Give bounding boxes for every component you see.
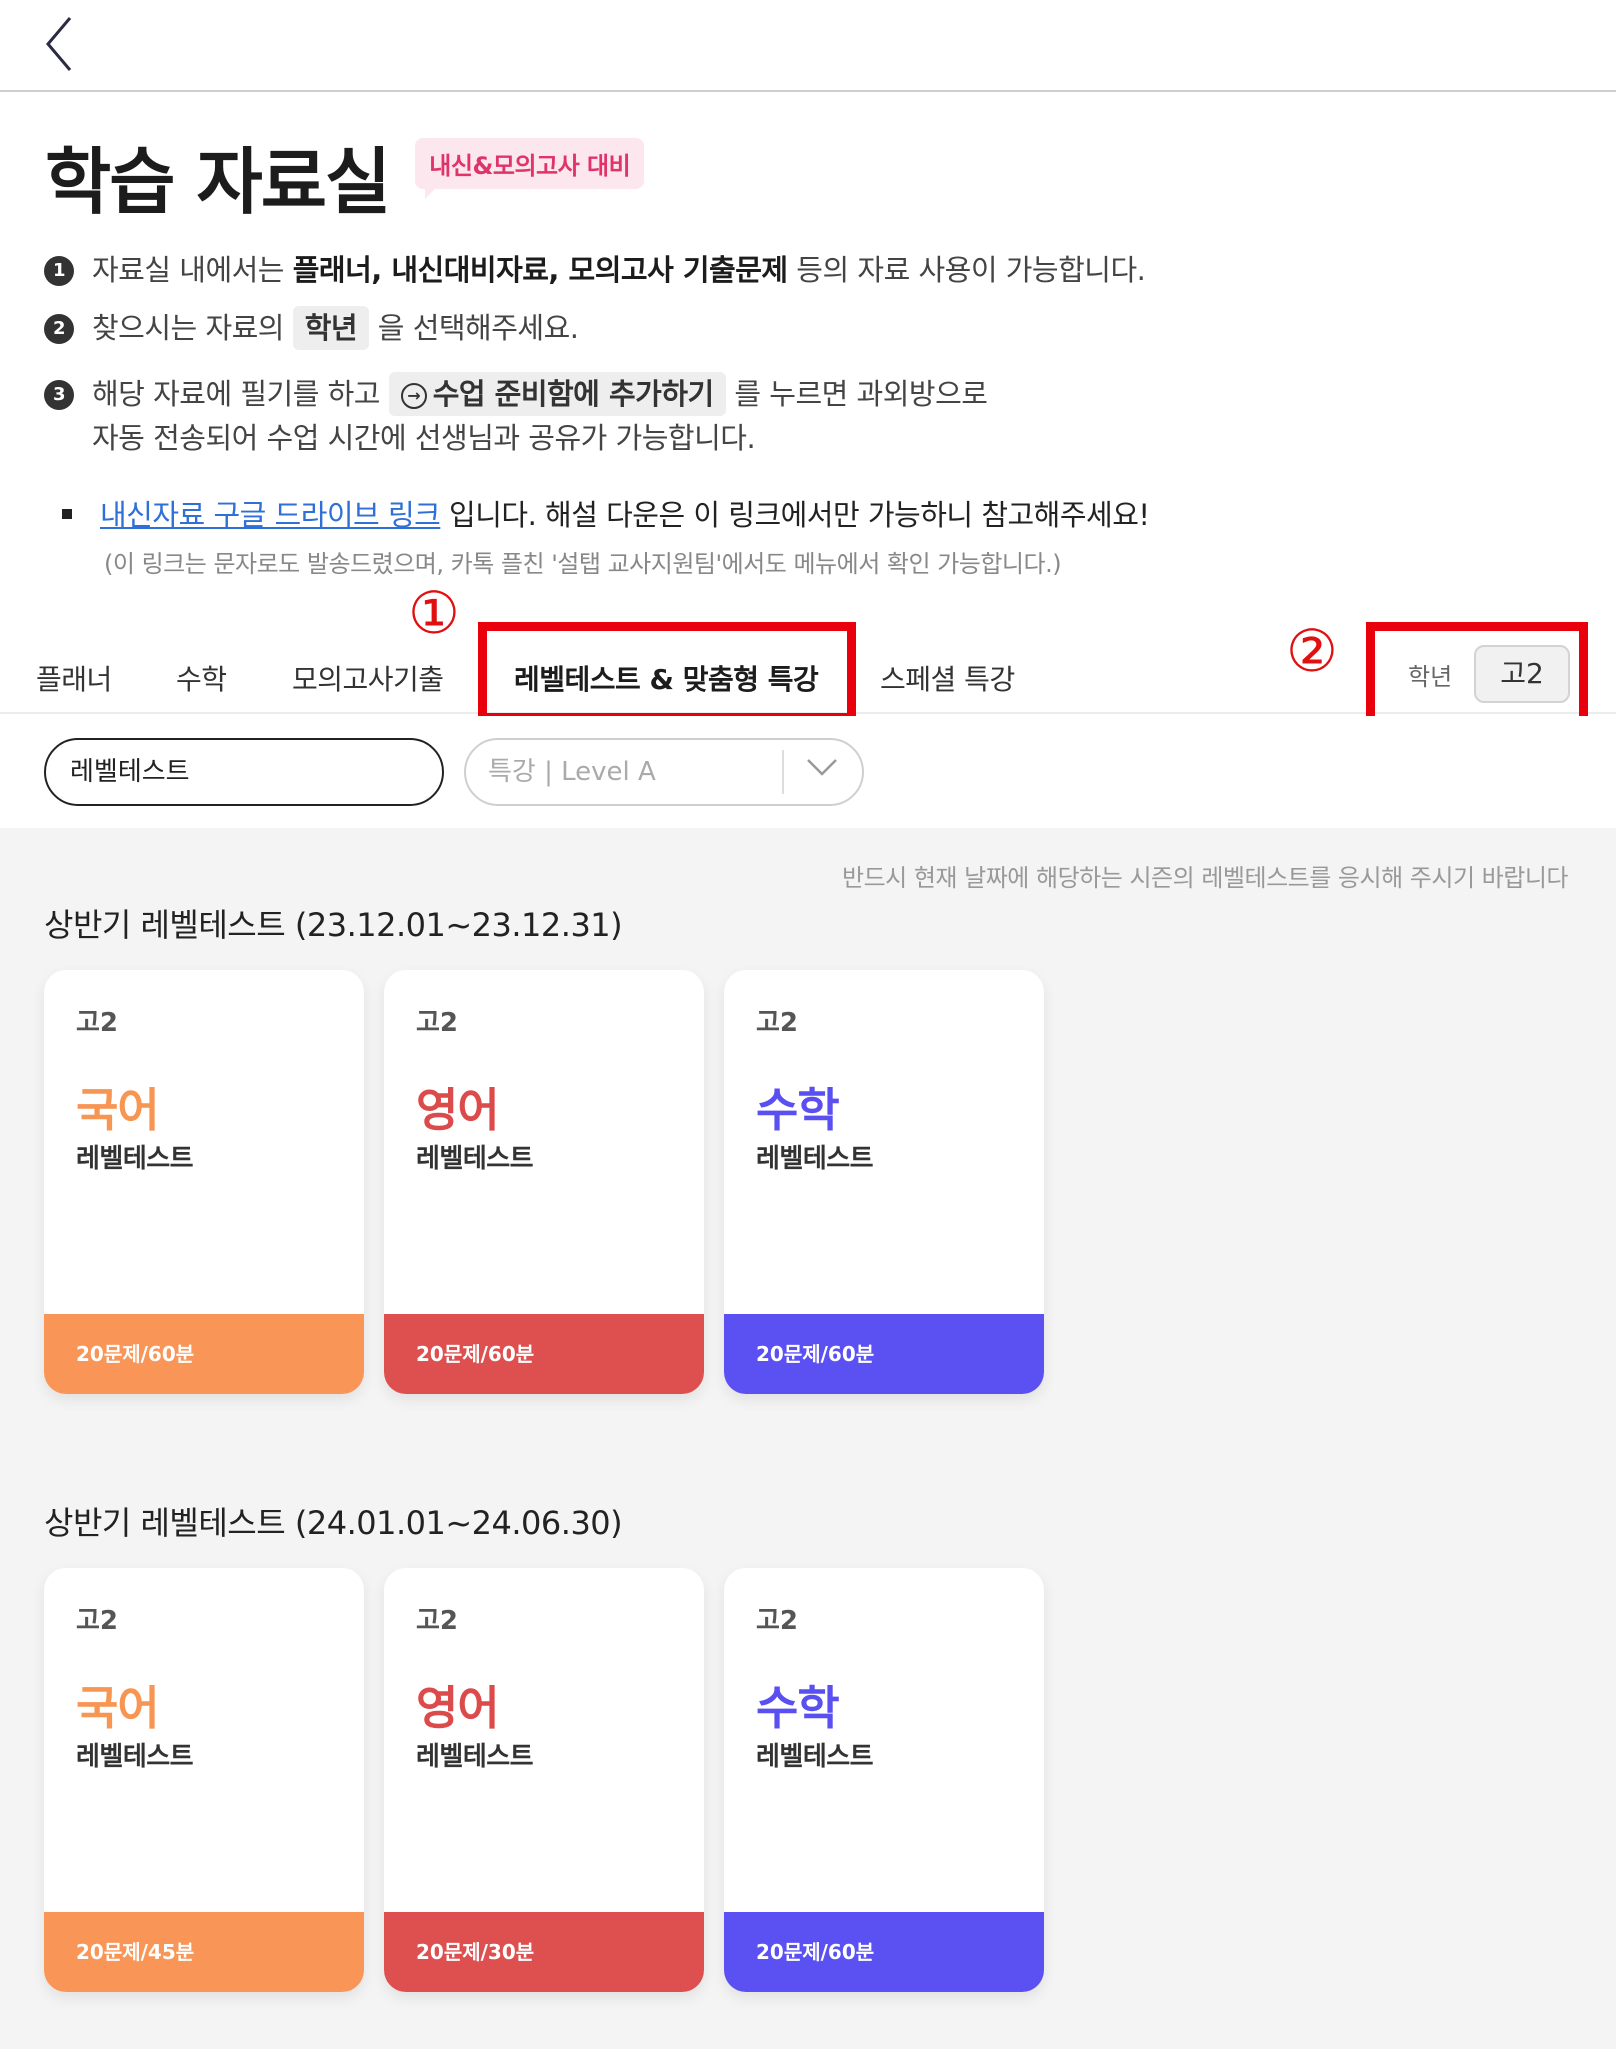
level-test-card-english[interactable]: 고2 영어 레벨테스트 20문제/30분: [384, 1568, 704, 1992]
card-kind: 레벨테스트: [76, 1742, 194, 1772]
card-footer: 20문제/60분: [724, 1314, 1044, 1394]
chip-label: 수업 준비함에 추가하기: [432, 377, 715, 411]
tab-mock-exam[interactable]: 모의고사기출: [292, 658, 444, 698]
step-text: 등의 자료 사용이 가능합니다.: [787, 253, 1146, 287]
step-2: 2 찾으시는 자료의 학년 을 선택해주세요.: [44, 306, 579, 350]
category-filter-input[interactable]: 레벨테스트: [44, 738, 444, 806]
top-bar: [0, 0, 1616, 92]
section-title: 상반기 레벨테스트 (23.12.01~23.12.31): [44, 906, 623, 944]
card-grade: 고2: [76, 1008, 119, 1038]
step-text: 를 누르면 과외방으로: [725, 377, 988, 411]
drive-note: 내신자료 구글 드라이브 링크 입니다. 해설 다운은 이 링크에서만 가능하니…: [62, 492, 1150, 534]
card-footer: 20문제/30분: [384, 1912, 704, 1992]
card-footer: 20문제/60분: [724, 1912, 1044, 1992]
select-divider: [782, 750, 784, 794]
annotation-mark-1: ①: [408, 579, 460, 647]
card-grade: 고2: [416, 1008, 459, 1038]
level-test-card-korean[interactable]: 고2 국어 레벨테스트 20문제/60분: [44, 970, 364, 1394]
step-bold: 플래너, 내신대비자료, 모의고사 기출문제: [292, 253, 788, 287]
back-icon[interactable]: [40, 14, 84, 78]
step-number: 1: [44, 256, 74, 286]
card-subject: 수학: [756, 1681, 840, 1735]
tab-special-lecture[interactable]: 스페셜 특강: [880, 658, 1015, 698]
grade-selector[interactable]: 고2: [1474, 645, 1570, 703]
step-text-line2: 자동 전송되어 수업 시간에 선생님과 공유가 가능합니다.: [92, 421, 756, 455]
tab-math[interactable]: 수학: [176, 658, 227, 698]
annotation-mark-2: ②: [1286, 617, 1338, 685]
drive-subnote: (이 링크는 문자로도 발송드렸으며, 카톡 플친 '설탭 교사지원팀'에서도 …: [104, 550, 1062, 578]
section-title: 상반기 레벨테스트 (24.01.01~24.06.30): [44, 1504, 623, 1542]
annotation-box-1: [478, 622, 856, 722]
card-footer: 20문제/60분: [384, 1314, 704, 1394]
card-subject: 국어: [76, 1681, 160, 1735]
title-badge: 내신&모의고사 대비: [415, 137, 645, 199]
step-number: 3: [44, 380, 74, 410]
level-test-card-english[interactable]: 고2 영어 레벨테스트 20문제/60분: [384, 970, 704, 1394]
card-grade: 고2: [756, 1008, 799, 1038]
page-title: 학습 자료실: [45, 139, 391, 224]
drive-link[interactable]: 내신자료 구글 드라이브 링크: [100, 498, 441, 532]
step-3: 3 해당 자료에 필기를 하고 → 수업 준비함에 추가하기 를 누르면 과외방으…: [44, 372, 988, 460]
card-footer: 20문제/45분: [44, 1912, 364, 1992]
chevron-down-icon: [807, 759, 837, 776]
step-1: 1 자료실 내에서는 플래너, 내신대비자료, 모의고사 기출문제 등의 자료 …: [44, 248, 1146, 292]
step-text: 자료실 내에서는: [92, 253, 293, 287]
step-number: 2: [44, 314, 74, 344]
card-subject: 영어: [416, 1083, 500, 1137]
card-kind: 레벨테스트: [756, 1742, 874, 1772]
card-subject: 수학: [756, 1083, 840, 1137]
level-select[interactable]: 특강 | Level A: [464, 738, 864, 806]
grade-label: 학년: [1408, 663, 1453, 691]
filter-bar: 레벨테스트 특강 | Level A: [0, 716, 1616, 828]
step-text: 찾으시는 자료의: [92, 311, 293, 345]
level-test-card-math[interactable]: 고2 수학 레벨테스트 20문제/60분: [724, 970, 1044, 1394]
card-footer: 20문제/60분: [44, 1314, 364, 1394]
tab-planner[interactable]: 플래너: [36, 658, 112, 698]
level-test-card-korean[interactable]: 고2 국어 레벨테스트 20문제/45분: [44, 1568, 364, 1992]
card-subject: 영어: [416, 1681, 500, 1735]
level-test-card-math[interactable]: 고2 수학 레벨테스트 20문제/60분: [724, 1568, 1044, 1992]
drive-note-text: 입니다. 해설 다운은 이 링크에서만 가능하니 참고해주세요!: [440, 498, 1150, 532]
card-subject: 국어: [76, 1083, 160, 1137]
content-area: 반드시 현재 날짜에 해당하는 시즌의 레벨테스트를 응시해 주시기 바랍니다 …: [0, 828, 1616, 2049]
grade-chip: 학년: [292, 306, 370, 350]
add-to-prep-chip: → 수업 준비함에 추가하기: [388, 372, 726, 416]
season-notice: 반드시 현재 날짜에 해당하는 시즌의 레벨테스트를 응시해 주시기 바랍니다: [841, 864, 1569, 892]
card-grade: 고2: [76, 1606, 119, 1636]
step-text: 을 선택해주세요.: [369, 311, 579, 345]
step-text: 해당 자료에 필기를 하고: [92, 377, 389, 411]
card-grade: 고2: [756, 1606, 799, 1636]
card-kind: 레벨테스트: [416, 1742, 534, 1772]
card-kind: 레벨테스트: [76, 1144, 194, 1174]
bullet-icon: [62, 509, 72, 519]
level-select-value: 특강 | Level A: [488, 757, 656, 787]
card-grade: 고2: [416, 1606, 459, 1636]
card-kind: 레벨테스트: [756, 1144, 874, 1174]
arrow-right-circle-icon: →: [400, 383, 427, 409]
hero: 학습 자료실 내신&모의고사 대비: [45, 130, 645, 224]
card-kind: 레벨테스트: [416, 1144, 534, 1174]
